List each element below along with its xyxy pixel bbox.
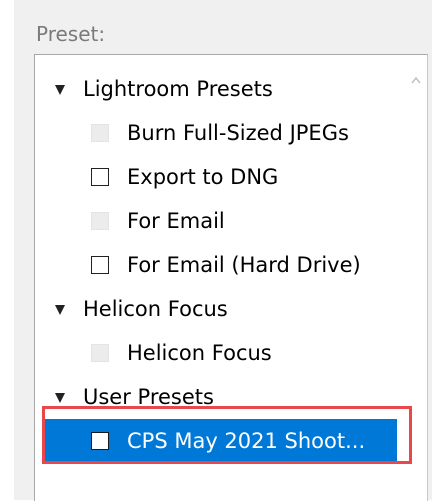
preset-label-text: CPS May 2021 Shoot... bbox=[127, 429, 366, 453]
group-label: User Presets bbox=[83, 385, 214, 409]
vertical-scrollbar[interactable] bbox=[407, 55, 427, 501]
preset-label: Preset: bbox=[36, 22, 106, 46]
group-helicon-focus[interactable]: Helicon Focus bbox=[35, 287, 427, 331]
group-lightroom-presets[interactable]: Lightroom Presets bbox=[35, 67, 427, 111]
preset-item: Helicon Focus bbox=[35, 331, 407, 375]
group-label: Lightroom Presets bbox=[83, 77, 273, 101]
checkbox[interactable] bbox=[91, 168, 109, 186]
preset-item: For Email bbox=[35, 199, 407, 243]
checkbox-disabled bbox=[91, 212, 109, 230]
preset-item: Burn Full-Sized JPEGs bbox=[35, 111, 407, 155]
group-user-presets[interactable]: User Presets bbox=[35, 375, 427, 419]
preset-tree[interactable]: Lightroom Presets Burn Full-Sized JPEGs … bbox=[34, 54, 428, 501]
triangle-down-icon[interactable] bbox=[55, 305, 65, 315]
preset-item[interactable]: Export to DNG bbox=[35, 155, 407, 199]
checkbox[interactable] bbox=[91, 432, 109, 450]
checkbox-disabled bbox=[91, 344, 109, 362]
checkbox-disabled bbox=[91, 124, 109, 142]
preset-panel: Preset: Lightroom Presets Burn Full-Size… bbox=[14, 0, 432, 501]
preset-label-text: Burn Full-Sized JPEGs bbox=[127, 121, 349, 145]
triangle-down-icon[interactable] bbox=[55, 85, 65, 95]
chevron-up-icon[interactable] bbox=[411, 75, 421, 85]
preset-label-text: For Email bbox=[127, 209, 225, 233]
preset-label-text: Helicon Focus bbox=[127, 341, 272, 365]
triangle-down-icon[interactable] bbox=[55, 393, 65, 403]
preset-item[interactable]: For Email (Hard Drive) bbox=[35, 243, 407, 287]
preset-label-text: Export to DNG bbox=[127, 165, 279, 189]
checkbox[interactable] bbox=[91, 256, 109, 274]
preset-label-text: For Email (Hard Drive) bbox=[127, 253, 361, 277]
group-label: Helicon Focus bbox=[83, 297, 228, 321]
preset-item-selected[interactable]: CPS May 2021 Shoot... bbox=[45, 419, 397, 463]
